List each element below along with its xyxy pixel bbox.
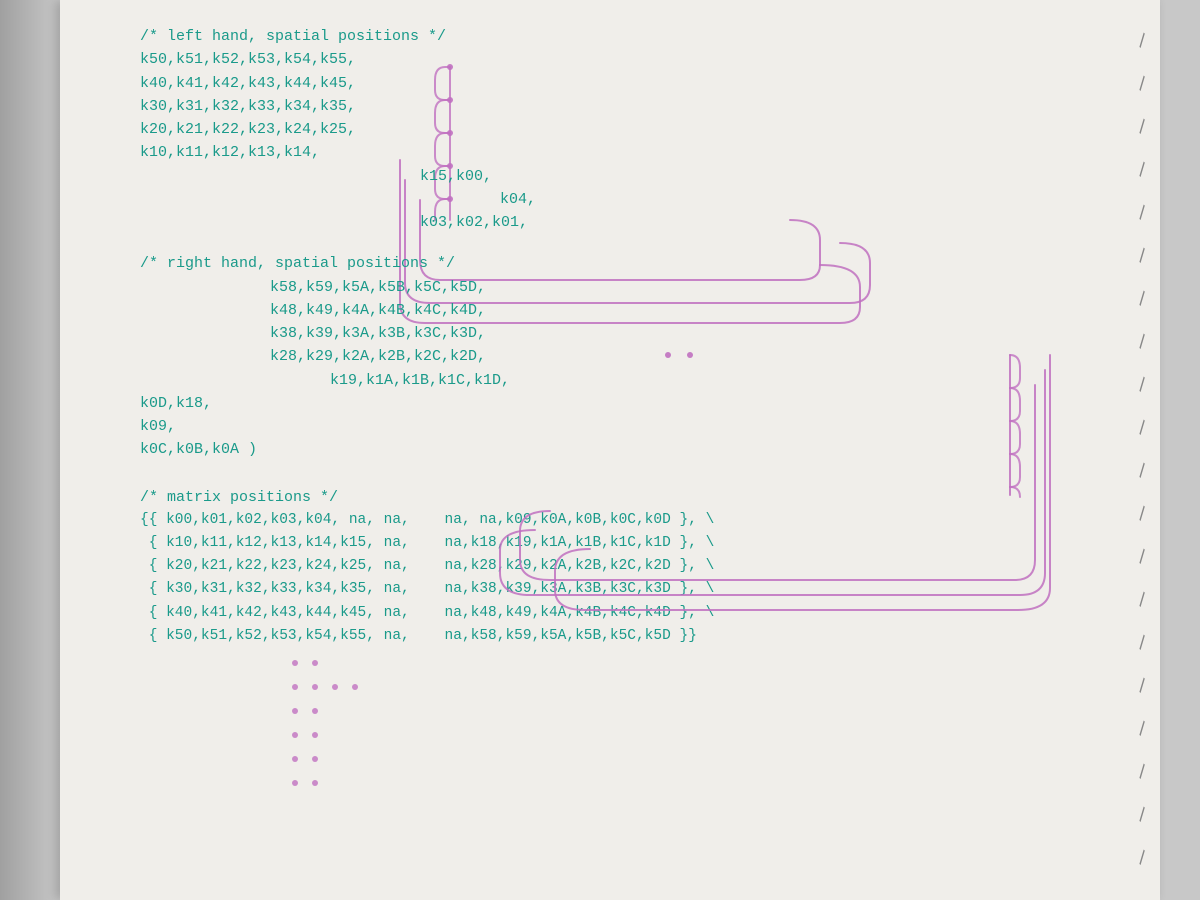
binding-mark: \ bbox=[1130, 590, 1150, 610]
binding-mark: \ bbox=[1130, 332, 1150, 352]
right-hand-row-6: k0D,k18, bbox=[140, 392, 1120, 415]
matrix-row-5: { k40,k41,k42,k43,k44,k45, na, na,k48,k4… bbox=[140, 602, 1120, 625]
matrix-row-6: { k50,k51,k52,k53,k54,k55, na, na,k58,k5… bbox=[140, 625, 1120, 648]
left-hand-comment: /* left hand, spatial positions */ bbox=[140, 25, 1120, 48]
binding-mark: \ bbox=[1130, 805, 1150, 825]
right-hand-row-1: k58,k59,k5A,k5B,k5C,k5D, bbox=[140, 276, 1120, 299]
right-hand-row-3: k38,k39,k3A,k3B,k3C,k3D, bbox=[140, 322, 1120, 345]
left-shadow bbox=[0, 0, 60, 900]
matrix-row-2: { k10,k11,k12,k13,k14,k15, na, na,k18,k1… bbox=[140, 532, 1120, 555]
binding-mark: \ bbox=[1130, 719, 1150, 739]
left-hand-row-5: k10,k11,k12,k13,k14, bbox=[140, 141, 1120, 164]
binding-mark: \ bbox=[1130, 633, 1150, 653]
matrix-comment: /* matrix positions */ bbox=[140, 486, 1120, 509]
binding-mark: \ bbox=[1130, 547, 1150, 567]
binding-mark: \ bbox=[1130, 203, 1150, 223]
left-hand-section: /* left hand, spatial positions */ k50,k… bbox=[140, 25, 1120, 234]
binding-mark: \ bbox=[1130, 246, 1150, 266]
binding-mark: \ bbox=[1130, 375, 1150, 395]
binding-mark: \ bbox=[1130, 117, 1150, 137]
binding-edge: \ \ \ \ \ \ \ \ \ \ \ \ \ \ \ \ \ \ \ \ bbox=[1120, 0, 1160, 900]
left-hand-row-2: k40,k41,k42,k43,k44,k45, bbox=[140, 72, 1120, 95]
matrix-row-1: {{ k00,k01,k02,k03,k04, na, na, na, na,k… bbox=[140, 509, 1120, 532]
binding-mark: \ bbox=[1130, 74, 1150, 94]
binding-mark: \ bbox=[1130, 418, 1150, 438]
binding-mark: \ bbox=[1130, 848, 1150, 868]
right-hand-row-4: k28,k29,k2A,k2B,k2C,k2D, bbox=[140, 345, 1120, 368]
binding-mark: \ bbox=[1130, 762, 1150, 782]
left-hand-row-4: k20,k21,k22,k23,k24,k25, bbox=[140, 118, 1120, 141]
left-hand-row-1: k50,k51,k52,k53,k54,k55, bbox=[140, 48, 1120, 71]
binding-mark: \ bbox=[1130, 289, 1150, 309]
right-hand-row-5: k19,k1A,k1B,k1C,k1D, bbox=[140, 369, 1120, 392]
right-hand-comment: /* right hand, spatial positions */ bbox=[140, 252, 1120, 275]
right-hand-section: /* right hand, spatial positions */ k58,… bbox=[140, 252, 1120, 461]
right-hand-row-2: k48,k49,k4A,k4B,k4C,k4D, bbox=[140, 299, 1120, 322]
matrix-row-4: { k30,k31,k32,k33,k34,k35, na, na,k38,k3… bbox=[140, 578, 1120, 601]
binding-mark: \ bbox=[1130, 676, 1150, 696]
left-hand-row-3: k30,k31,k32,k33,k34,k35, bbox=[140, 95, 1120, 118]
page: \ \ \ \ \ \ \ \ \ \ \ \ \ \ \ \ \ \ \ \ bbox=[60, 0, 1160, 900]
binding-mark: \ bbox=[1130, 461, 1150, 481]
right-hand-row-7: k09, bbox=[140, 415, 1120, 438]
matrix-section: /* matrix positions */ {{ k00,k01,k02,k0… bbox=[140, 486, 1120, 648]
left-hand-row-8: k03,k02,k01, bbox=[140, 211, 1120, 234]
right-hand-row-8: k0C,k0B,k0A ) bbox=[140, 438, 1120, 461]
binding-mark: \ bbox=[1130, 504, 1150, 524]
left-hand-row-7: k04, bbox=[140, 188, 1120, 211]
left-hand-row-6: k15,k00, bbox=[140, 165, 1120, 188]
binding-mark: \ bbox=[1130, 160, 1150, 180]
binding-mark: \ bbox=[1130, 31, 1150, 51]
matrix-row-3: { k20,k21,k22,k23,k24,k25, na, na,k28,k2… bbox=[140, 555, 1120, 578]
